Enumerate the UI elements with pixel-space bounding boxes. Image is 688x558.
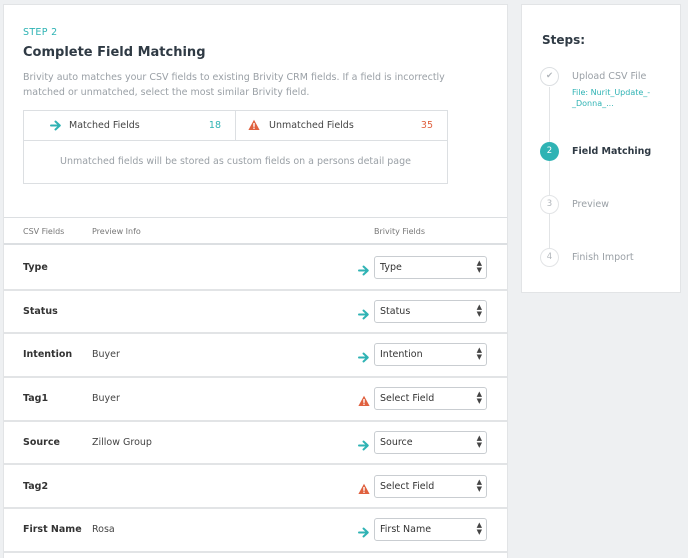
csv-field-name: Tag2 — [23, 480, 49, 492]
unmatched-fields-label: Unmatched Fields — [269, 120, 354, 131]
steps-sidebar: Steps: ✔ Upload CSV File File: Nurit_Upd… — [521, 4, 681, 293]
table-row: Intention Buyer Intention ▲ ▼ — [4, 334, 507, 378]
uploaded-file-link[interactable]: File: Nurit_Update_-_Donna_... — [572, 87, 672, 109]
arrow-right-icon — [50, 120, 61, 131]
csv-field-name: Intention — [23, 349, 73, 361]
matched-fields-count: 18 — [208, 120, 221, 131]
selected-field: Select Field — [380, 480, 435, 492]
matched-fields-cell: Matched Fields 18 — [24, 111, 236, 141]
brivity-field-select[interactable]: Intention ▲ ▼ — [374, 343, 487, 367]
step-field-matching-label: Field Matching — [572, 146, 652, 157]
arrow-right-icon — [358, 348, 370, 363]
arrow-right-icon — [358, 305, 370, 320]
selected-field: Select Field — [380, 393, 435, 405]
chevron-updown-icon: ▲ ▼ — [476, 433, 482, 449]
header-preview-info: Preview Info — [92, 227, 141, 236]
arrow-right-icon — [358, 261, 370, 276]
page-title: Complete Field Matching — [23, 45, 206, 60]
preview-info: Rosa — [92, 524, 115, 536]
description: Brivity auto matches your CSV fields to … — [23, 72, 445, 98]
csv-field-name: Type — [23, 262, 48, 273]
matched-fields-label: Matched Fields — [69, 120, 140, 131]
sidebar-title: Steps: — [542, 33, 586, 47]
brivity-field-select[interactable]: Select Field ▲ ▼ — [374, 474, 487, 498]
preview-info: Buyer — [92, 349, 120, 361]
warning-icon — [248, 119, 260, 130]
unmatched-fields-cell: Unmatched Fields 35 — [236, 111, 447, 141]
table-row: Tag2 Select Field ▲ ▼ — [4, 466, 507, 509]
step-preview-label: Preview — [572, 199, 609, 210]
step-upload-csv-label: Upload CSV File — [572, 71, 647, 82]
csv-field-name: Source — [23, 436, 60, 448]
unmatched-fields-count: 35 — [420, 120, 433, 131]
brivity-field-select[interactable]: Select Field ▲ ▼ — [374, 387, 487, 411]
summary-note: Unmatched fields will be stored as custo… — [60, 156, 411, 167]
selected-field: Intention — [380, 349, 423, 361]
summary-counts: Matched Fields 18 Unmatched Fields 35 — [24, 111, 447, 141]
step-finish-import-label: Finish Import — [572, 252, 634, 263]
selected-field: Status — [380, 305, 411, 317]
steps-connector — [549, 87, 550, 255]
csv-field-name: First Name — [23, 524, 82, 536]
table-header: CSV Fields Preview Info Brivity Fields — [4, 217, 507, 245]
csv-field-name: Status — [23, 305, 58, 317]
step-number: 2 — [540, 142, 559, 161]
chevron-updown-icon: ▲ ▼ — [476, 346, 482, 362]
brivity-field-select[interactable]: First Name ▲ ▼ — [374, 518, 487, 542]
brivity-field-select[interactable]: Source ▲ ▼ — [374, 430, 487, 454]
selected-field: First Name — [380, 524, 432, 536]
csv-field-name: Tag1 — [23, 393, 49, 405]
match-summary: Matched Fields 18 Unmatched Fields 35 Un… — [23, 110, 448, 184]
brivity-field-select[interactable]: Type ▲ ▼ — [374, 256, 487, 279]
header-brivity-fields: Brivity Fields — [374, 227, 426, 236]
selected-field: Type — [380, 262, 402, 273]
chevron-updown-icon: ▲ ▼ — [476, 477, 482, 493]
arrow-right-icon — [358, 523, 370, 538]
preview-info: Buyer — [92, 393, 120, 405]
chevron-updown-icon: ▲ ▼ — [476, 390, 482, 406]
warning-icon — [358, 392, 370, 407]
field-matching-panel: STEP 2 Complete Field Matching Brivity a… — [3, 4, 508, 558]
chevron-updown-icon: ▲ ▼ — [476, 302, 482, 318]
table-row: First Name Rosa First Name ▲ ▼ — [4, 509, 507, 553]
warning-icon — [358, 480, 370, 494]
check-icon: ✔ — [540, 67, 559, 86]
header-csv-fields: CSV Fields — [23, 227, 65, 236]
step-label: STEP 2 — [23, 27, 58, 38]
table-row: Status Status ▲ ▼ — [4, 291, 507, 335]
step-number: 3 — [540, 195, 559, 214]
table-row: Tag1 Buyer Select Field ▲ ▼ — [4, 378, 507, 422]
preview-info: Zillow Group — [92, 436, 152, 448]
brivity-field-select[interactable]: Status ▲ ▼ — [374, 299, 487, 323]
table-row: Type Type ▲ ▼ — [4, 247, 507, 291]
step-number: 4 — [540, 248, 559, 267]
selected-field: Source — [380, 436, 413, 448]
arrow-right-icon — [358, 436, 370, 451]
table-row: Source Zillow Group Source ▲ ▼ — [4, 422, 507, 466]
chevron-updown-icon: ▲ ▼ — [476, 521, 482, 537]
chevron-updown-icon: ▲ ▼ — [476, 259, 482, 274]
